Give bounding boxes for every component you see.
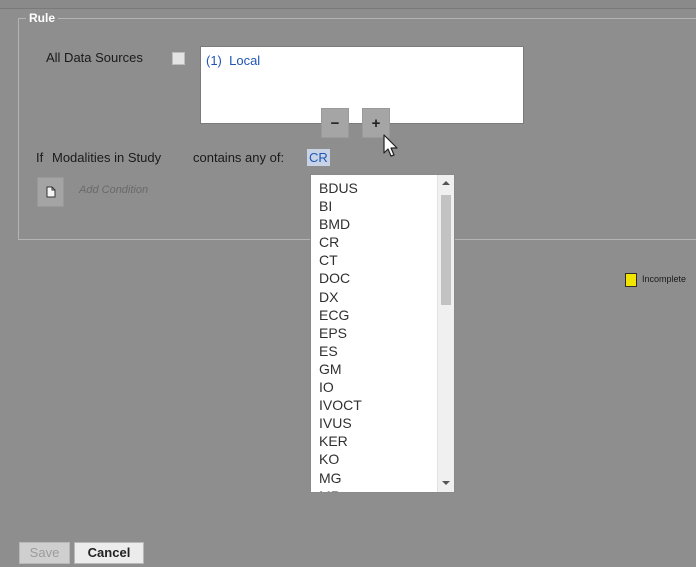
option-item[interactable]: MG [319, 469, 362, 487]
option-item[interactable]: CT [319, 251, 362, 269]
option-item[interactable]: ES [319, 342, 362, 360]
option-item[interactable]: KO [319, 450, 362, 468]
dropdown-scrollbar[interactable] [437, 175, 454, 492]
all-data-sources-label: All Data Sources [46, 50, 143, 65]
condition-value[interactable]: CR [307, 149, 330, 166]
add-condition-label[interactable]: Add Condition [79, 184, 148, 196]
save-button[interactable]: Save [19, 542, 70, 564]
option-item[interactable]: GM [319, 360, 362, 378]
all-data-sources-checkbox[interactable] [172, 52, 185, 65]
option-item[interactable]: DX [319, 288, 362, 306]
option-item[interactable]: DOC [319, 269, 362, 287]
scroll-up-arrow-icon[interactable] [442, 181, 450, 185]
modality-dropdown[interactable]: BDUS BI BMD CR CT DOC DX ECG EPS ES GM I… [310, 174, 455, 493]
modality-options: BDUS BI BMD CR CT DOC DX ECG EPS ES GM I… [319, 179, 362, 492]
scroll-down-arrow-icon[interactable] [442, 481, 450, 485]
data-source-item[interactable]: (1) Local [206, 53, 260, 68]
plus-icon: + [371, 114, 381, 132]
option-item[interactable]: BI [319, 197, 362, 215]
cancel-button[interactable]: Cancel [74, 542, 144, 564]
option-item[interactable]: IVUS [319, 414, 362, 432]
minus-icon: − [330, 114, 340, 132]
option-item[interactable]: BMD [319, 215, 362, 233]
document-icon [46, 186, 55, 198]
option-item[interactable]: IVOCT [319, 396, 362, 414]
condition-operator[interactable]: contains any of: [193, 150, 284, 165]
option-item[interactable]: CR [319, 233, 362, 251]
add-condition-button[interactable] [37, 177, 64, 207]
scroll-thumb[interactable] [441, 195, 451, 305]
top-bar [0, 0, 696, 9]
mouse-cursor-icon [383, 134, 398, 157]
option-item[interactable]: EPS [319, 324, 362, 342]
rule-legend: Rule [26, 11, 59, 25]
remove-source-button[interactable]: − [321, 108, 349, 138]
option-item[interactable]: KER [319, 432, 362, 450]
option-item[interactable]: MR [319, 487, 362, 492]
incomplete-legend-label: Incomplete [642, 274, 687, 284]
condition-field[interactable]: Modalities in Study [52, 150, 161, 165]
option-item[interactable]: BDUS [319, 179, 362, 197]
incomplete-swatch [625, 273, 637, 287]
condition-prefix: If [36, 150, 44, 165]
option-item[interactable]: IO [319, 378, 362, 396]
option-item[interactable]: ECG [319, 306, 362, 324]
